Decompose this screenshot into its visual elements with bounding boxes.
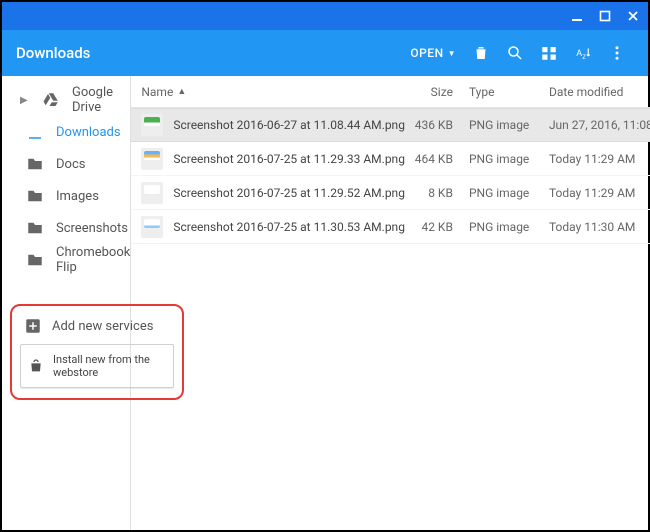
page-title: Downloads — [16, 44, 90, 62]
file-date: Jun 27, 2016, 11:08 AM — [543, 118, 650, 132]
file-size: 42 KB — [405, 220, 463, 234]
sidebar-item-google-drive[interactable]: ▶ Google Drive — [2, 84, 130, 116]
file-row[interactable]: Screenshot 2016-06-27 at 11.08.44 AM.png… — [131, 108, 650, 142]
column-header-date[interactable]: Date modified — [543, 85, 650, 99]
plus-box-icon — [24, 317, 42, 335]
more-menu-button[interactable] — [600, 36, 634, 70]
open-button-label: OPEN — [410, 46, 443, 60]
column-header-type[interactable]: Type — [463, 85, 543, 99]
file-date: Today 11:30 AM — [543, 220, 650, 234]
file-size: 436 KB — [405, 118, 463, 132]
sort-button[interactable]: AZ — [566, 36, 600, 70]
sidebar-item-label: Images — [56, 189, 130, 204]
column-header-name[interactable]: Name ▲ — [141, 85, 405, 99]
column-header-size[interactable]: Size — [405, 85, 463, 99]
svg-text:Z: Z — [582, 54, 586, 61]
file-thumbnail-icon — [141, 216, 163, 238]
folder-icon — [26, 251, 44, 269]
file-type: PNG image — [463, 220, 543, 234]
file-type: PNG image — [463, 152, 543, 166]
column-headers: Name ▲ Size Type Date modified — [131, 76, 650, 108]
sidebar-item-images[interactable]: Images — [2, 180, 130, 212]
sidebar: ▶ Google Drive Downloads Docs Images Scr… — [2, 76, 131, 530]
add-new-services-button[interactable]: Add new services — [16, 312, 178, 340]
google-drive-icon — [42, 91, 60, 109]
file-row[interactable]: Screenshot 2016-07-25 at 11.29.52 AM.png… — [131, 176, 650, 210]
maximize-button[interactable] — [598, 9, 612, 23]
file-name: Screenshot 2016-07-25 at 11.29.33 AM.png — [173, 152, 405, 166]
file-thumbnail-icon — [141, 148, 163, 170]
file-type: PNG image — [463, 186, 543, 200]
caret-down-icon: ▼ — [448, 49, 456, 58]
sidebar-item-label: Screenshots — [56, 221, 130, 236]
sidebar-item-label: Chromebook Flip — [56, 245, 130, 275]
file-name: Screenshot 2016-06-27 at 11.08.44 AM.png — [173, 118, 405, 132]
chevron-right-icon: ▶ — [20, 95, 30, 106]
sidebar-item-label: Downloads — [56, 125, 130, 140]
view-toggle-button[interactable] — [532, 36, 566, 70]
install-from-webstore-button[interactable]: Install new from the webstore — [20, 344, 174, 388]
file-name: Screenshot 2016-07-25 at 11.29.52 AM.png — [173, 186, 405, 200]
sidebar-item-label: Google Drive — [72, 85, 130, 115]
svg-text:A: A — [576, 49, 582, 59]
webstore-icon — [27, 358, 45, 374]
search-button[interactable] — [498, 36, 532, 70]
file-size: 8 KB — [405, 186, 463, 200]
file-row[interactable]: Screenshot 2016-07-25 at 11.30.53 AM.png… — [131, 210, 650, 244]
file-listing: Name ▲ Size Type Date modified Screensho… — [131, 76, 650, 530]
minimize-button[interactable] — [570, 9, 584, 23]
file-type: PNG image — [463, 118, 543, 132]
sidebar-item-docs[interactable]: Docs — [2, 148, 130, 180]
sidebar-item-label: Docs — [56, 157, 130, 172]
open-button[interactable]: OPEN ▼ — [402, 40, 464, 66]
sort-asc-icon: ▲ — [177, 86, 186, 97]
file-date: Today 11:29 AM — [543, 186, 650, 200]
folder-icon — [26, 187, 44, 205]
download-icon — [26, 123, 44, 141]
folder-icon — [26, 155, 44, 173]
sidebar-item-downloads[interactable]: Downloads — [2, 116, 130, 148]
toolbar: Downloads OPEN ▼ AZ — [2, 30, 648, 76]
webstore-label: Install new from the webstore — [53, 353, 167, 379]
file-thumbnail-icon — [141, 182, 163, 204]
file-size: 464 KB — [405, 152, 463, 166]
file-name: Screenshot 2016-07-25 at 11.30.53 AM.png — [173, 220, 405, 234]
file-row[interactable]: Screenshot 2016-07-25 at 11.29.33 AM.png… — [131, 142, 650, 176]
file-thumbnail-icon — [141, 114, 163, 136]
window-titlebar — [2, 2, 648, 30]
callout-highlight: Add new services Install new from the we… — [10, 304, 184, 400]
close-button[interactable] — [626, 9, 640, 23]
sidebar-item-screenshots[interactable]: Screenshots — [2, 212, 130, 244]
file-date: Today 11:29 AM — [543, 152, 650, 166]
delete-button[interactable] — [464, 36, 498, 70]
folder-icon — [26, 219, 44, 237]
add-services-label: Add new services — [52, 319, 178, 334]
sidebar-item-chromebook-flip[interactable]: Chromebook Flip — [2, 244, 130, 276]
